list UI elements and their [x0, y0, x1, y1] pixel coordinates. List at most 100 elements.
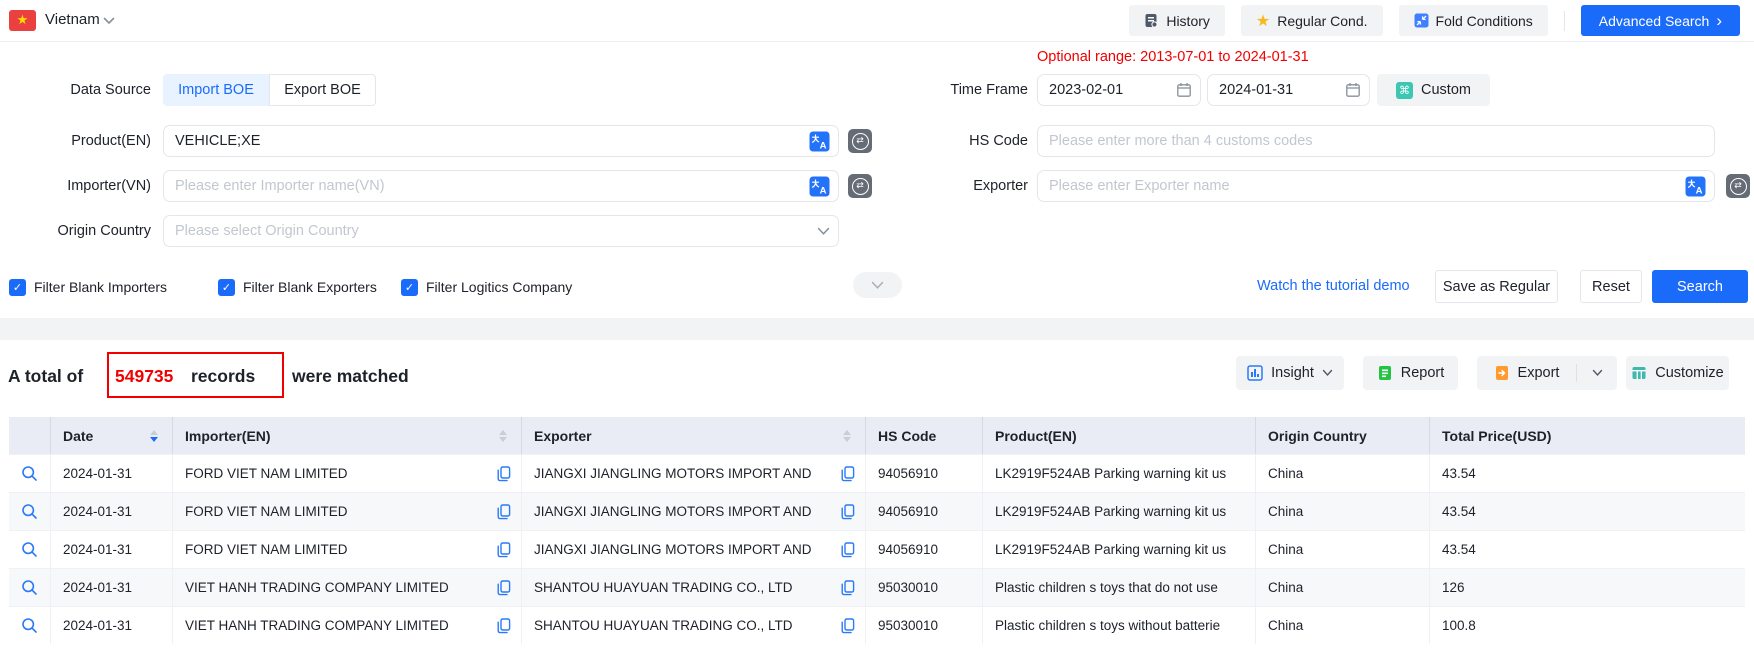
column-header-date[interactable]: Date [51, 417, 173, 454]
importer-cell[interactable]: FORD VIET NAM LIMITED [173, 493, 522, 530]
importer-vn-field-wrap: A [163, 170, 839, 202]
filter-logitics-company-checkbox[interactable]: ✓ Filter Logitics Company [401, 276, 572, 298]
copy-icon[interactable] [497, 618, 511, 634]
origin-country-placeholder: Please select Origin Country [164, 223, 817, 239]
product-en-label: Product(EN) [0, 125, 151, 157]
exporter-cell[interactable]: JIANGXI JIANGLING MOTORS IMPORT AND [522, 455, 866, 492]
fold-conditions-label: Fold Conditions [1436, 13, 1533, 29]
export-dropdown-button[interactable] [1577, 369, 1617, 377]
tab-import-boe[interactable]: Import BOE [163, 74, 269, 106]
svg-text:A: A [1696, 185, 1703, 196]
copy-icon[interactable] [497, 466, 511, 482]
column-header-importer[interactable]: Importer(EN) [173, 417, 522, 454]
customize-button[interactable]: Customize [1626, 356, 1729, 390]
filter-blank-exporters-checkbox[interactable]: ✓ Filter Blank Exporters [218, 276, 377, 298]
translate-icon[interactable]: A [809, 131, 830, 152]
search-detail-icon[interactable] [21, 579, 38, 596]
copy-icon[interactable] [841, 580, 855, 596]
product-en-input[interactable] [164, 127, 809, 155]
chevron-down-icon[interactable] [103, 17, 115, 25]
svg-text:A: A [820, 185, 827, 196]
report-button[interactable]: Report [1363, 356, 1458, 390]
importer-vn-input[interactable] [164, 172, 809, 200]
row-detail-cell[interactable] [9, 569, 51, 606]
copy-icon[interactable] [841, 504, 855, 520]
exporter-cell[interactable]: JIANGXI JIANGLING MOTORS IMPORT AND [522, 493, 866, 530]
exporter-cell[interactable]: JIANGXI JIANGLING MOTORS IMPORT AND [522, 531, 866, 568]
results-table: Date Importer(EN) Exporter HS Code Produ… [9, 417, 1745, 644]
product-match-toggle-icon[interactable]: ⇄ [848, 129, 872, 153]
origin-cell: China [1256, 607, 1430, 644]
filter-logitics-company-label: Filter Logitics Company [426, 279, 572, 295]
column-header-origin: Origin Country [1256, 417, 1430, 454]
calendar-icon [1176, 82, 1192, 98]
product-cell: LK2919F524AB Parking warning kit us [983, 531, 1256, 568]
country-selector[interactable]: Vietnam [45, 11, 100, 28]
filter-blank-importers-checkbox[interactable]: ✓ Filter Blank Importers [9, 276, 167, 298]
insight-button[interactable]: Insight [1236, 356, 1344, 390]
exporter-cell[interactable]: SHANTOU HUAYUAN TRADING CO., LTD [522, 607, 866, 644]
row-detail-cell[interactable] [9, 493, 51, 530]
collapse-form-button[interactable] [853, 272, 902, 298]
date-from-field[interactable]: 2023-02-01 [1037, 74, 1201, 106]
report-icon [1377, 365, 1393, 381]
fold-icon [1414, 13, 1429, 28]
tab-export-boe[interactable]: Export BOE [269, 74, 376, 106]
customize-label: Customize [1655, 365, 1724, 381]
hs-code-cell: 94056910 [866, 493, 983, 530]
importer-cell[interactable]: FORD VIET NAM LIMITED [173, 455, 522, 492]
origin-cell: China [1256, 493, 1430, 530]
translate-icon[interactable]: A [1685, 176, 1706, 197]
hs-code-input[interactable] [1038, 127, 1714, 155]
importer-cell[interactable]: FORD VIET NAM LIMITED [173, 531, 522, 568]
history-button[interactable]: History [1129, 5, 1225, 36]
origin-country-select[interactable]: Please select Origin Country [163, 215, 839, 247]
search-button[interactable]: Search [1652, 270, 1748, 303]
top-bar: ★ Vietnam History ★ Regular Cond. Fold C… [0, 0, 1754, 42]
column-header-hs-code: HS Code [866, 417, 983, 454]
importer-match-toggle-icon[interactable]: ⇄ [848, 174, 872, 198]
copy-icon[interactable] [497, 504, 511, 520]
advanced-search-label: Advanced Search [1599, 13, 1710, 29]
checkbox-checked-icon: ✓ [9, 279, 26, 296]
fold-conditions-button[interactable]: Fold Conditions [1399, 5, 1548, 36]
exporter-cell[interactable]: SHANTOU HUAYUAN TRADING CO., LTD [522, 569, 866, 606]
copy-icon[interactable] [841, 466, 855, 482]
exporter-match-toggle-icon[interactable]: ⇄ [1726, 174, 1750, 198]
save-as-regular-button[interactable]: Save as Regular [1435, 270, 1558, 303]
row-detail-cell[interactable] [9, 607, 51, 644]
custom-range-button[interactable]: ⌘ Custom [1377, 74, 1490, 106]
date-from-value: 2023-02-01 [1038, 82, 1176, 98]
sort-icons[interactable] [499, 430, 507, 442]
advanced-search-button[interactable]: Advanced Search › [1581, 5, 1740, 36]
price-cell: 100.8 [1430, 607, 1745, 644]
export-button[interactable]: Export [1477, 365, 1576, 381]
translate-icon[interactable]: A [809, 176, 830, 197]
copy-icon[interactable] [497, 542, 511, 558]
column-header-exporter[interactable]: Exporter [522, 417, 866, 454]
reset-button[interactable]: Reset [1580, 270, 1642, 303]
chevron-down-icon [871, 281, 884, 290]
exporter-input[interactable] [1038, 172, 1685, 200]
copy-icon[interactable] [841, 542, 855, 558]
search-detail-icon[interactable] [21, 541, 38, 558]
importer-cell[interactable]: VIET HANH TRADING COMPANY LIMITED [173, 569, 522, 606]
sort-icons[interactable] [150, 430, 158, 442]
search-detail-icon[interactable] [21, 617, 38, 634]
copy-icon[interactable] [841, 618, 855, 634]
date-to-field[interactable]: 2024-01-31 [1207, 74, 1370, 106]
regular-conditions-button[interactable]: ★ Regular Cond. [1241, 5, 1383, 36]
importer-cell[interactable]: VIET HANH TRADING COMPANY LIMITED [173, 607, 522, 644]
row-detail-cell[interactable] [9, 531, 51, 568]
price-cell: 43.54 [1430, 531, 1745, 568]
table-header: Date Importer(EN) Exporter HS Code Produ… [9, 417, 1745, 454]
sort-icons[interactable] [843, 430, 851, 442]
tutorial-demo-link[interactable]: Watch the tutorial demo [1257, 270, 1410, 303]
hs-code-field-wrap [1037, 125, 1715, 157]
row-detail-cell[interactable] [9, 455, 51, 492]
search-detail-icon[interactable] [21, 465, 38, 482]
checkbox-checked-icon: ✓ [218, 279, 235, 296]
search-detail-icon[interactable] [21, 503, 38, 520]
copy-icon[interactable] [497, 580, 511, 596]
importer-vn-label: Importer(VN) [0, 170, 151, 202]
